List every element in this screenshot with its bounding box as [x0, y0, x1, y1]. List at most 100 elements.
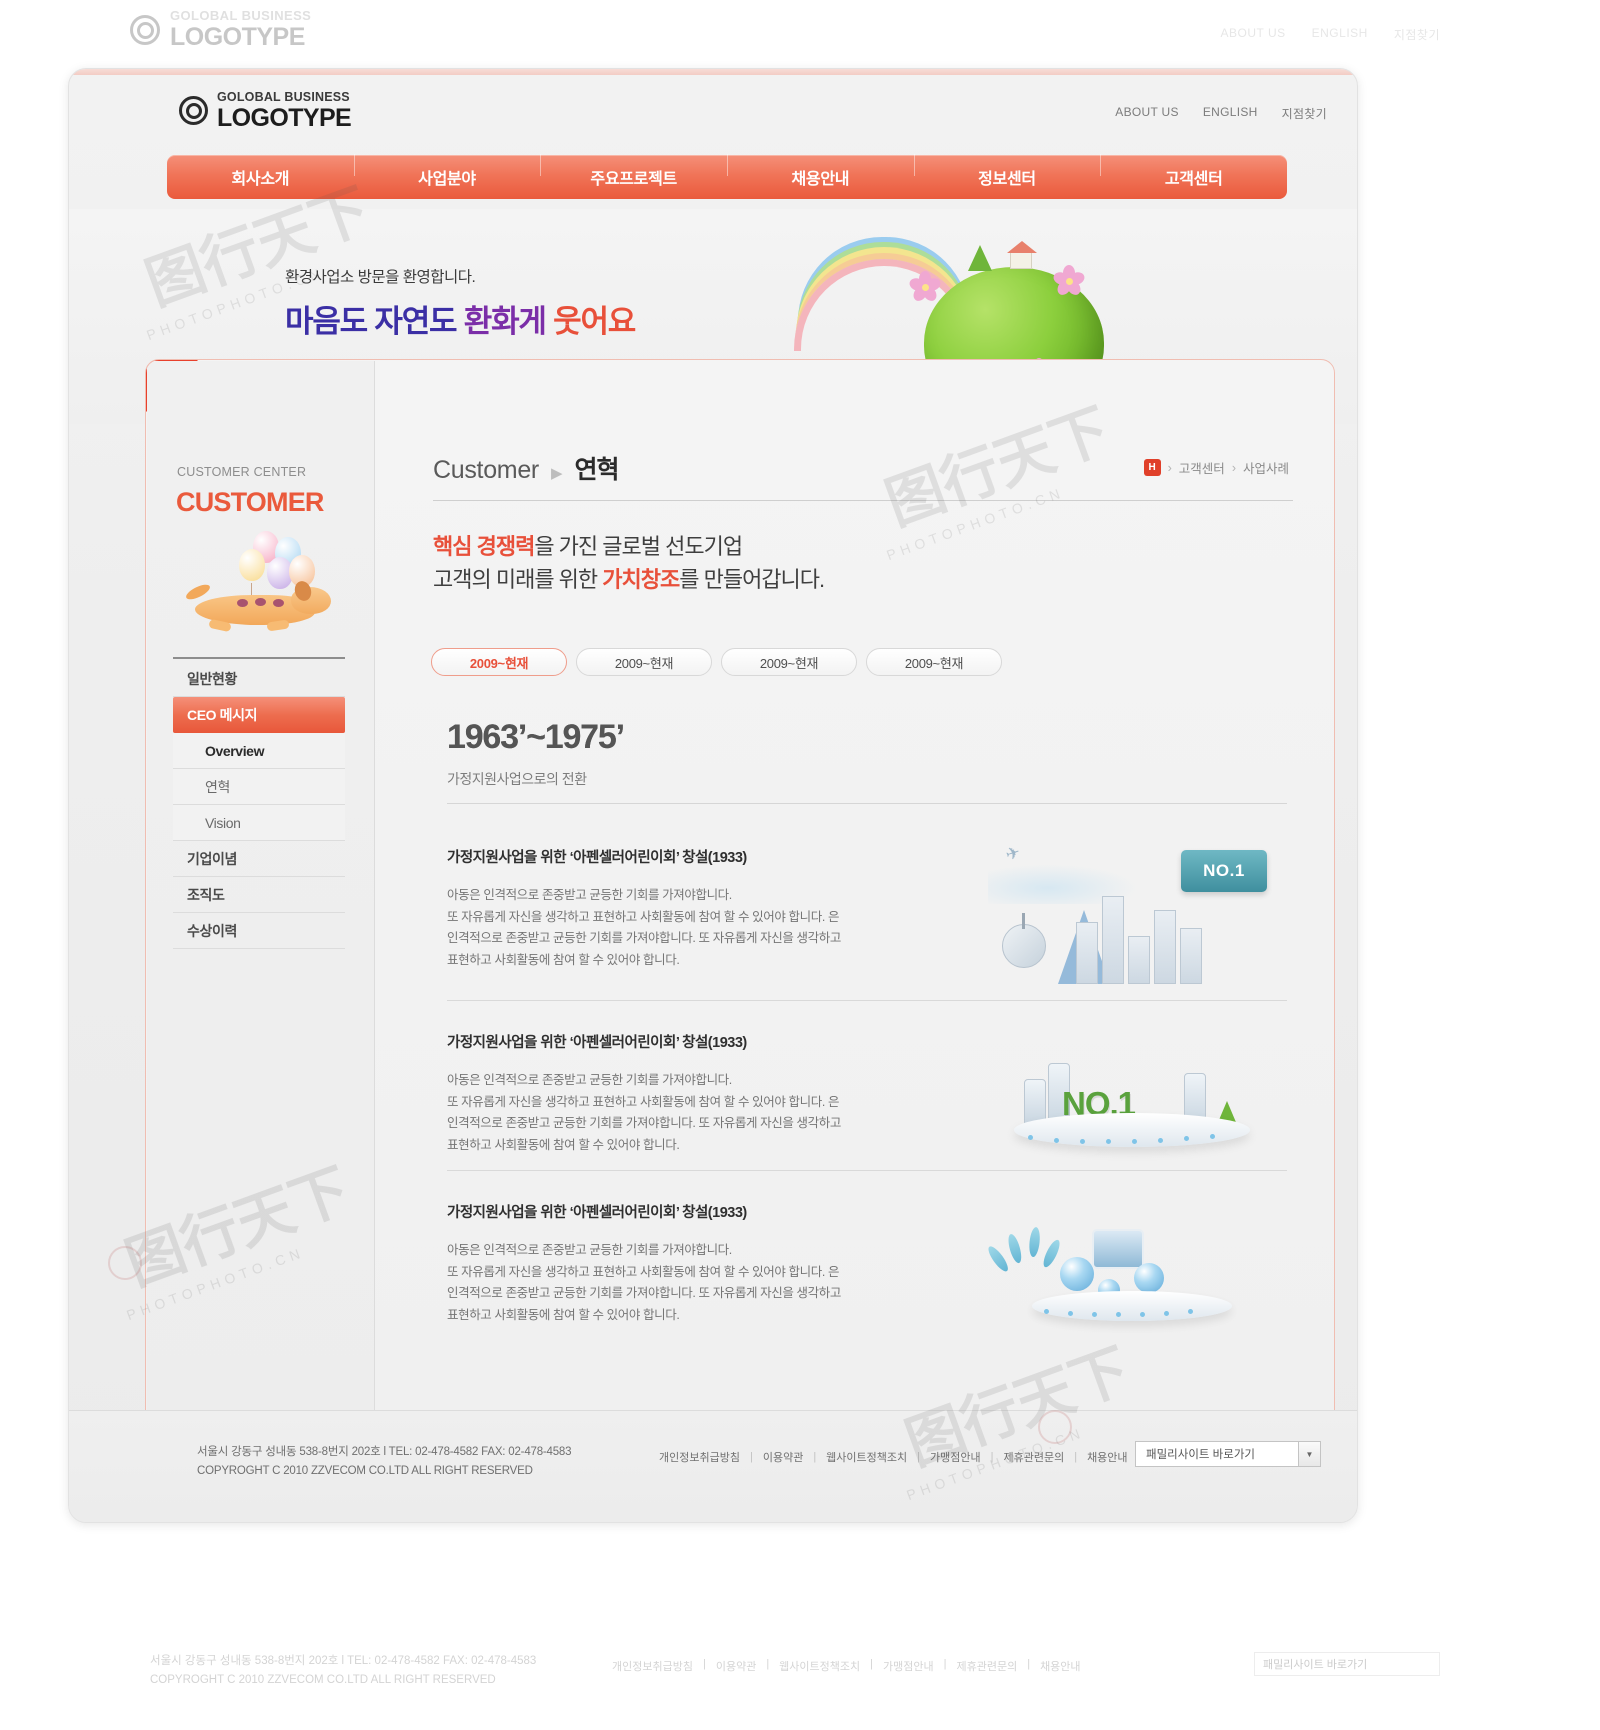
- footer-link-separator: |: [990, 1451, 994, 1463]
- watermark-circle: [108, 1246, 142, 1280]
- sidebar-item-philosophy[interactable]: 기업이념: [173, 841, 345, 877]
- family-site-select[interactable]: 패밀리사이트 바로가기 ▼: [1135, 1441, 1321, 1467]
- sidebar-title: CUSTOMER: [176, 487, 324, 517]
- utility-link-branch-finder[interactable]: 지점찾기: [1282, 105, 1327, 122]
- nav-item-business[interactable]: 사업분야: [353, 154, 541, 189]
- history-block-image-city: ✈ NO.1: [988, 840, 1273, 990]
- watermark-circle: [1038, 1410, 1072, 1444]
- era-years: 1963’~1975’: [447, 718, 625, 756]
- page-title-en: Customer: [433, 456, 539, 484]
- dog-spot: [255, 598, 266, 606]
- site-footer: 서울시 강동구 성내동 538-8번지 202호 l TEL: 02-478-4…: [69, 1410, 1357, 1522]
- history-block-image-no1-podium: NO,1: [988, 1011, 1273, 1161]
- logo-subtitle: GOLOBAL BUSINESS: [217, 90, 350, 104]
- logo-title: LOGOTYPE: [217, 103, 352, 132]
- utility-link-about-us[interactable]: ABOUT US: [1115, 105, 1179, 122]
- ghost-footer-link: 가맹점안내: [883, 1661, 934, 1673]
- home-icon[interactable]: H: [1143, 459, 1161, 476]
- balloon-icon: [239, 549, 265, 581]
- ghost-logo-sub: GOLOBAL BUSINESS: [170, 8, 312, 23]
- footer-link-separator: |: [1074, 1451, 1078, 1463]
- history-block-body: 아동은 인격적으로 존중받고 균등한 기회를 가져야합니다. 또 자유롭게 자신…: [447, 1243, 841, 1322]
- utility-nav: ABOUT US ENGLISH 지점찾기: [1115, 105, 1327, 122]
- hero-word-3: 환화게: [463, 304, 547, 339]
- ghost-footer-select: 패밀리사이트 바로가기: [1263, 1659, 1368, 1671]
- history-block-body: 아동은 인격적으로 존중받고 균등한 기회를 가져야합니다. 또 자유롭게 자신…: [447, 888, 841, 967]
- nav-item-projects[interactable]: 주요프로젝트: [540, 154, 727, 189]
- intro-text-2a: 고객의 미래를 위한: [433, 567, 603, 592]
- footer-address-block: 서울시 강동구 성내동 538-8번지 202호 l TEL: 02-478-4…: [197, 1443, 572, 1481]
- sidebar-item-ceo-message[interactable]: CEO 메시지: [173, 697, 345, 733]
- footer-link-franchise[interactable]: 가맹점안내: [930, 1449, 981, 1465]
- history-block-image-orbs: [985, 1181, 1273, 1331]
- sidebar-item-awards[interactable]: 수상이력: [173, 913, 345, 949]
- hero-subtitle: 환경사업소 방문을 환영합니다.: [285, 269, 476, 286]
- footer-link-terms[interactable]: 이용약관: [763, 1449, 803, 1465]
- site-logo[interactable]: GOLOBAL BUSINESS LOGOTYPE: [179, 90, 352, 132]
- intro-headline: 핵심 경쟁력을 가진 글로벌 선도기업 고객의 미래를 위한 가치창조를 만들어…: [433, 530, 825, 596]
- ghost-link-about: ABOUT US: [1220, 26, 1286, 40]
- history-block: 가정지원사업을 위한 ‘아펜셀러어린이회’ 창설(1933) 아동은 인격적으로…: [447, 1170, 1287, 1340]
- nav-item-recruit[interactable]: 채용안내: [727, 154, 914, 189]
- no1-sign-label: NO.1: [1181, 850, 1267, 892]
- history-block-title: 가정지원사업을 위한 ‘아펜셀러어린이회’ 창설(1933): [447, 850, 747, 866]
- sidebar-item-org-chart[interactable]: 조직도: [173, 877, 345, 913]
- ghost-footer-address: 서울시 강동구 성내동 538-8번지 202호 l TEL: 02-478-4…: [150, 1655, 537, 1667]
- sidebar-menu: 일반현황 CEO 메시지 Overview 연혁 Vision 기업이념 조직도…: [173, 661, 345, 949]
- intro-text-2b: 를 만들어갑니다.: [679, 567, 825, 592]
- footer-link-separator: |: [917, 1451, 920, 1463]
- breadcrumb-item-customer-center[interactable]: 고객센터: [1179, 458, 1225, 477]
- era-tab-4[interactable]: 2009~현재: [866, 648, 1002, 676]
- footer-link-partnership[interactable]: 제휴관련문의: [1003, 1449, 1064, 1465]
- intro-text-1: 을 가진 글로벌 선도기업: [534, 534, 743, 559]
- ghost-footer-link: 채용안내: [1040, 1661, 1081, 1673]
- ghost-logo-main: LOGOTYPE: [170, 23, 305, 51]
- flower-icon: [907, 271, 943, 304]
- footer-link-site-policy[interactable]: 웹사이트정책조치: [826, 1449, 907, 1465]
- page-title: Customer ▶ 연혁: [433, 450, 620, 486]
- hero-headline: 마음도 자연도 환화게 웃어요: [285, 296, 636, 341]
- history-block-body: 아동은 인격적으로 존중받고 균등한 기회를 가져야합니다. 또 자유롭게 자신…: [447, 1073, 841, 1152]
- utility-link-english[interactable]: ENGLISH: [1203, 105, 1258, 122]
- era-tab-3[interactable]: 2009~현재: [721, 648, 857, 676]
- history-block-title: 가정지원사업을 위한 ‘아펜셀러어린이회’ 창설(1933): [447, 1205, 747, 1221]
- ghost-footer-copyright: COPYROGHT C 2010 ZZVECOM CO.LTD ALL RIGH…: [150, 1673, 496, 1686]
- chevron-down-icon: ▼: [1298, 1442, 1320, 1466]
- global-nav: 회사소개 사업분야 주요프로젝트 채용안내 정보센터 고객센터: [167, 154, 1287, 199]
- breadcrumb: H › 고객센터 › 사업사례: [1143, 458, 1289, 477]
- ghost-logo: GOLOBAL BUSINESS LOGOTYPE: [130, 8, 311, 52]
- history-blocks: 가정지원사업을 위한 ‘아펜셀러어린이회’ 창설(1933) 아동은 인격적으로…: [447, 830, 1287, 1340]
- nav-item-company[interactable]: 회사소개: [167, 165, 354, 189]
- hero-word-4: 웃어요: [553, 304, 636, 339]
- main-content: Customer ▶ 연혁 H › 고객센터 › 사업사례 핵심 경쟁력을 가진…: [375, 360, 1334, 1448]
- dog-balloons-illustration: [183, 529, 348, 644]
- site-header: GOLOBAL BUSINESS LOGOTYPE ABOUT US ENGLI…: [69, 75, 1357, 149]
- hero-copy: 환경사업소 방문을 환영합니다. 마음도 자연도 환화게 웃어요: [285, 265, 636, 341]
- nav-item-customer-center[interactable]: 고객센터: [1100, 154, 1287, 189]
- building-icon: [1076, 922, 1098, 984]
- page-title-ko: 연혁: [574, 456, 620, 484]
- nav-item-info-center[interactable]: 정보센터: [913, 154, 1101, 189]
- sidebar-item-history[interactable]: 연혁: [173, 769, 345, 805]
- sidebar-item-vision[interactable]: Vision: [173, 805, 345, 841]
- podium-dots: [1028, 1133, 1238, 1144]
- target-icon: [179, 96, 208, 126]
- hero-word-2: 자연도: [374, 304, 457, 339]
- era-tab-1[interactable]: 2009~현재: [431, 648, 567, 676]
- era-tab-2[interactable]: 2009~현재: [576, 648, 712, 676]
- footer-link-separator: |: [749, 1451, 753, 1463]
- history-block: 가정지원사업을 위한 ‘아펜셀러어린이회’ 창설(1933) 아동은 인격적으로…: [447, 1000, 1287, 1170]
- era-subtitle: 가정지원사업으로의 전환: [447, 771, 587, 787]
- background-toplinks-ghost: ABOUT US ENGLISH 지점찾기: [1221, 26, 1440, 43]
- sidebar-item-general-status[interactable]: 일반현황: [173, 661, 345, 697]
- intro-line-1: 핵심 경쟁력을 가진 글로벌 선도기업: [433, 530, 824, 563]
- flower-icon: [1051, 265, 1087, 298]
- history-block: 가정지원사업을 위한 ‘아펜셀러어린이회’ 창설(1933) 아동은 인격적으로…: [447, 830, 1287, 1000]
- footer-link-privacy[interactable]: 개인정보취급방침: [659, 1449, 740, 1465]
- sidebar: CUSTOMER CENTER CUSTOMER 일반현황 CEO 메시지 Ov…: [147, 361, 375, 1448]
- tree-icon: [968, 245, 992, 271]
- sidebar-item-overview[interactable]: Overview: [173, 733, 345, 769]
- breadcrumb-item-case[interactable]: 사업사례: [1243, 458, 1289, 477]
- footer-copyright: COPYROGHT C 2010 ZZVECOM CO.LTD ALL RIGH…: [197, 1464, 533, 1477]
- footer-link-recruit[interactable]: 채용안내: [1087, 1449, 1127, 1465]
